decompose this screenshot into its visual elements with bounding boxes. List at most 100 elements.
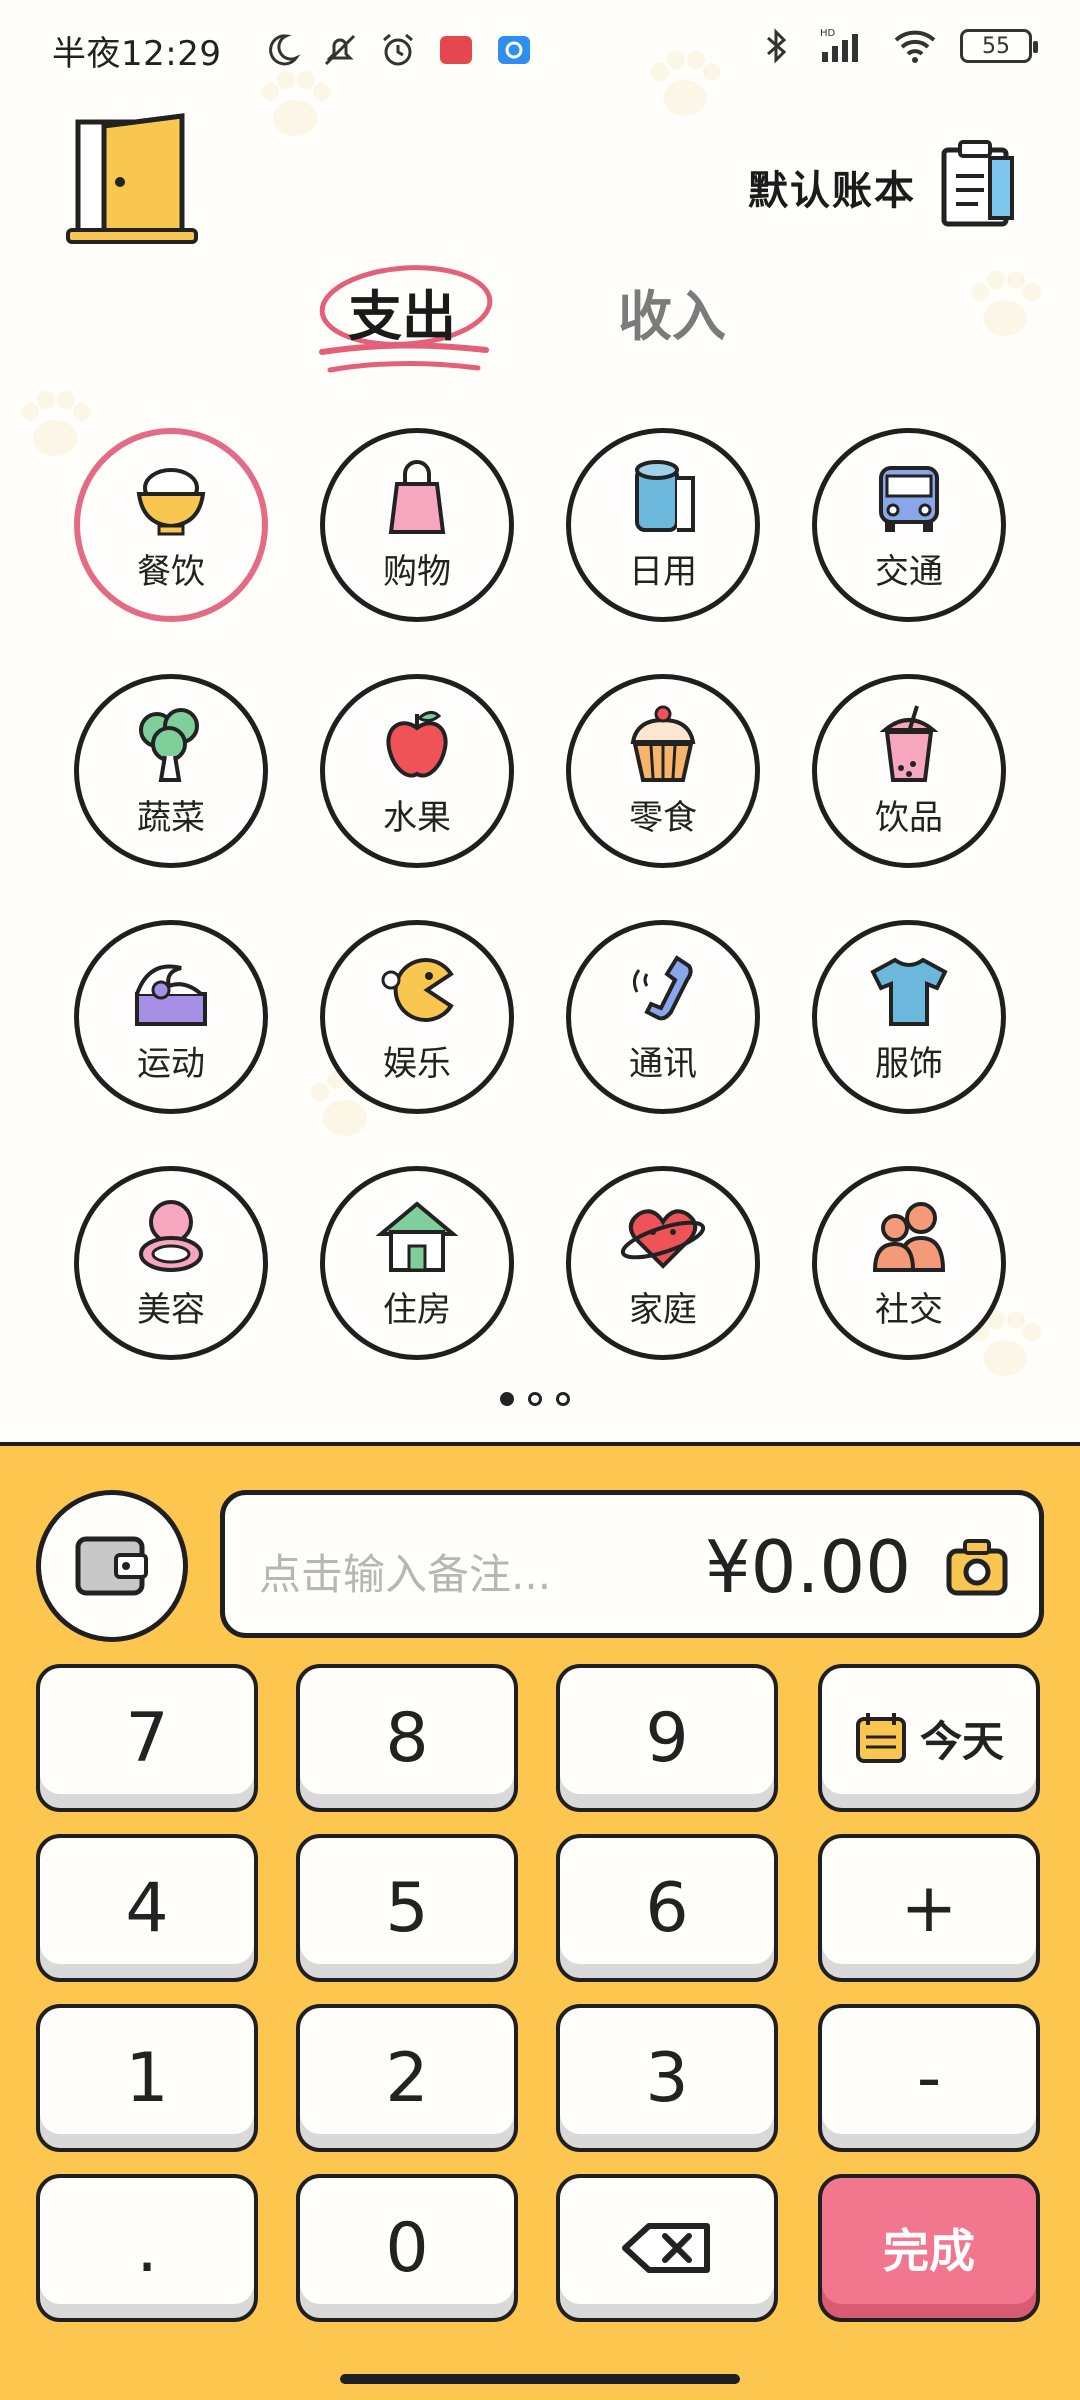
category-dining[interactable]: 餐饮: [74, 428, 268, 622]
category-entertainment[interactable]: 娱乐: [320, 920, 514, 1114]
tab-expense[interactable]: 支出: [348, 272, 456, 351]
calendar-icon: [855, 1713, 906, 1763]
svg-text:HD: HD: [820, 28, 836, 39]
category-label: 娱乐: [383, 1043, 451, 1084]
today-label: 今天: [919, 1716, 1004, 1766]
category-family[interactable]: 家庭: [566, 1166, 760, 1360]
category-snacks[interactable]: 零食: [566, 674, 760, 868]
category-label: 日用: [629, 551, 697, 592]
exit-door-button[interactable]: [64, 112, 204, 248]
category-label: 零食: [629, 797, 697, 838]
key-6[interactable]: 6: [556, 1834, 778, 1982]
battery-icon: 55: [960, 29, 1038, 63]
category-drinks[interactable]: 饮品: [812, 674, 1006, 868]
key-1[interactable]: 1: [36, 2004, 258, 2152]
mute-icon: [324, 34, 356, 66]
tab-income[interactable]: 收入: [618, 272, 726, 351]
signal-icon: HD: [820, 28, 858, 62]
broccoli-icon: [139, 707, 199, 782]
category-label: 服饰: [875, 1043, 943, 1084]
category-daily[interactable]: 日用: [566, 428, 760, 622]
category-social[interactable]: 社交: [812, 1166, 1006, 1360]
status-icons-left: [262, 30, 534, 70]
wallet-button[interactable]: [36, 1490, 188, 1642]
wifi-icon: [894, 30, 936, 63]
status-bar: 半夜12:29 HD 55: [0, 0, 1080, 100]
category-label: 蔬菜: [137, 797, 205, 838]
shopping-bag-icon: [388, 459, 446, 534]
battery-level: 55: [982, 33, 1010, 59]
clipboard-icon[interactable]: [938, 140, 1018, 228]
category-label: 家庭: [629, 1289, 697, 1330]
category-beauty[interactable]: 美容: [74, 1166, 268, 1360]
category-label: 美容: [137, 1289, 205, 1330]
category-clothing[interactable]: 服饰: [812, 920, 1006, 1114]
category-vegetables[interactable]: 蔬菜: [74, 674, 268, 868]
page-dot-3[interactable]: [556, 1392, 570, 1406]
ledger-title[interactable]: 默认账本: [748, 158, 916, 216]
category-housing[interactable]: 住房: [320, 1166, 514, 1360]
wallet-icon: [75, 1536, 148, 1596]
status-icons-right: HD 55: [756, 26, 1038, 66]
key-7[interactable]: 7: [36, 1664, 258, 1812]
app-badge-blue-icon: [498, 36, 530, 64]
note-placeholder: 点击输入备注...: [259, 1550, 552, 1599]
page-dot-1[interactable]: [500, 1392, 514, 1406]
compact-mirror-icon: [139, 1199, 203, 1272]
app-badge-red-icon: [440, 36, 472, 64]
paw-pattern-icon: [960, 260, 1050, 350]
door-icon: [66, 113, 198, 244]
category-label: 饮品: [875, 797, 943, 838]
key-8[interactable]: 8: [296, 1664, 518, 1812]
category-label: 运动: [137, 1043, 205, 1084]
key-4[interactable]: 4: [36, 1834, 258, 1982]
moon-icon: [269, 34, 301, 66]
alarm-icon: [383, 33, 413, 66]
bus-icon: [879, 465, 939, 532]
note-input[interactable]: 点击输入备注... ¥0.00: [220, 1490, 1044, 1638]
backspace-icon: [622, 2223, 710, 2273]
category-label: 购物: [383, 551, 451, 592]
backspace-button[interactable]: [556, 2174, 778, 2322]
key-3[interactable]: 3: [556, 2004, 778, 2152]
category-label: 通讯: [629, 1043, 697, 1084]
swim-wave-icon: [135, 964, 207, 1026]
key-minus[interactable]: -: [818, 2004, 1040, 2152]
category-transport[interactable]: 交通: [812, 428, 1006, 622]
home-indicator[interactable]: [340, 2374, 740, 2384]
key-9[interactable]: 9: [556, 1664, 778, 1812]
key-5[interactable]: 5: [296, 1834, 518, 1982]
key-dot[interactable]: .: [36, 2174, 258, 2322]
key-plus[interactable]: +: [818, 1834, 1040, 1982]
category-label: 社交: [875, 1289, 943, 1330]
done-button[interactable]: 完成: [818, 2174, 1040, 2322]
category-label: 交通: [875, 551, 943, 592]
phone-icon: [632, 954, 693, 1020]
category-label: 水果: [383, 797, 451, 838]
people-icon: [872, 1201, 946, 1272]
status-time: 半夜12:29: [52, 34, 222, 74]
category-shopping[interactable]: 购物: [320, 428, 514, 622]
bluetooth-icon: [767, 28, 787, 64]
toilet-paper-icon: [635, 459, 695, 532]
today-button[interactable]: 今天: [818, 1664, 1040, 1812]
category-sports[interactable]: 运动: [74, 920, 268, 1114]
rice-bowl-icon: [136, 467, 206, 535]
page-indicator[interactable]: [500, 1392, 570, 1406]
apple-icon: [386, 710, 448, 777]
category-label: 餐饮: [137, 551, 205, 592]
cupcake-icon: [630, 705, 696, 782]
key-2[interactable]: 2: [296, 2004, 518, 2152]
category-communication[interactable]: 通讯: [566, 920, 760, 1114]
heart-planet-icon: [620, 1208, 706, 1269]
category-fruit[interactable]: 水果: [320, 674, 514, 868]
camera-icon[interactable]: [945, 1537, 1009, 1597]
key-0[interactable]: 0: [296, 2174, 518, 2322]
amount-display: ¥0.00: [704, 1525, 911, 1609]
house-icon: [375, 1200, 459, 1272]
bubble-tea-icon: [879, 704, 939, 782]
page-dot-2[interactable]: [528, 1392, 542, 1406]
category-label: 住房: [383, 1289, 451, 1330]
keypad-area: 点击输入备注... ¥0.00 7 8 9 今天 4 5 6 + 1 2 3 -…: [0, 1442, 1080, 2400]
paw-pattern-icon: [10, 380, 100, 470]
